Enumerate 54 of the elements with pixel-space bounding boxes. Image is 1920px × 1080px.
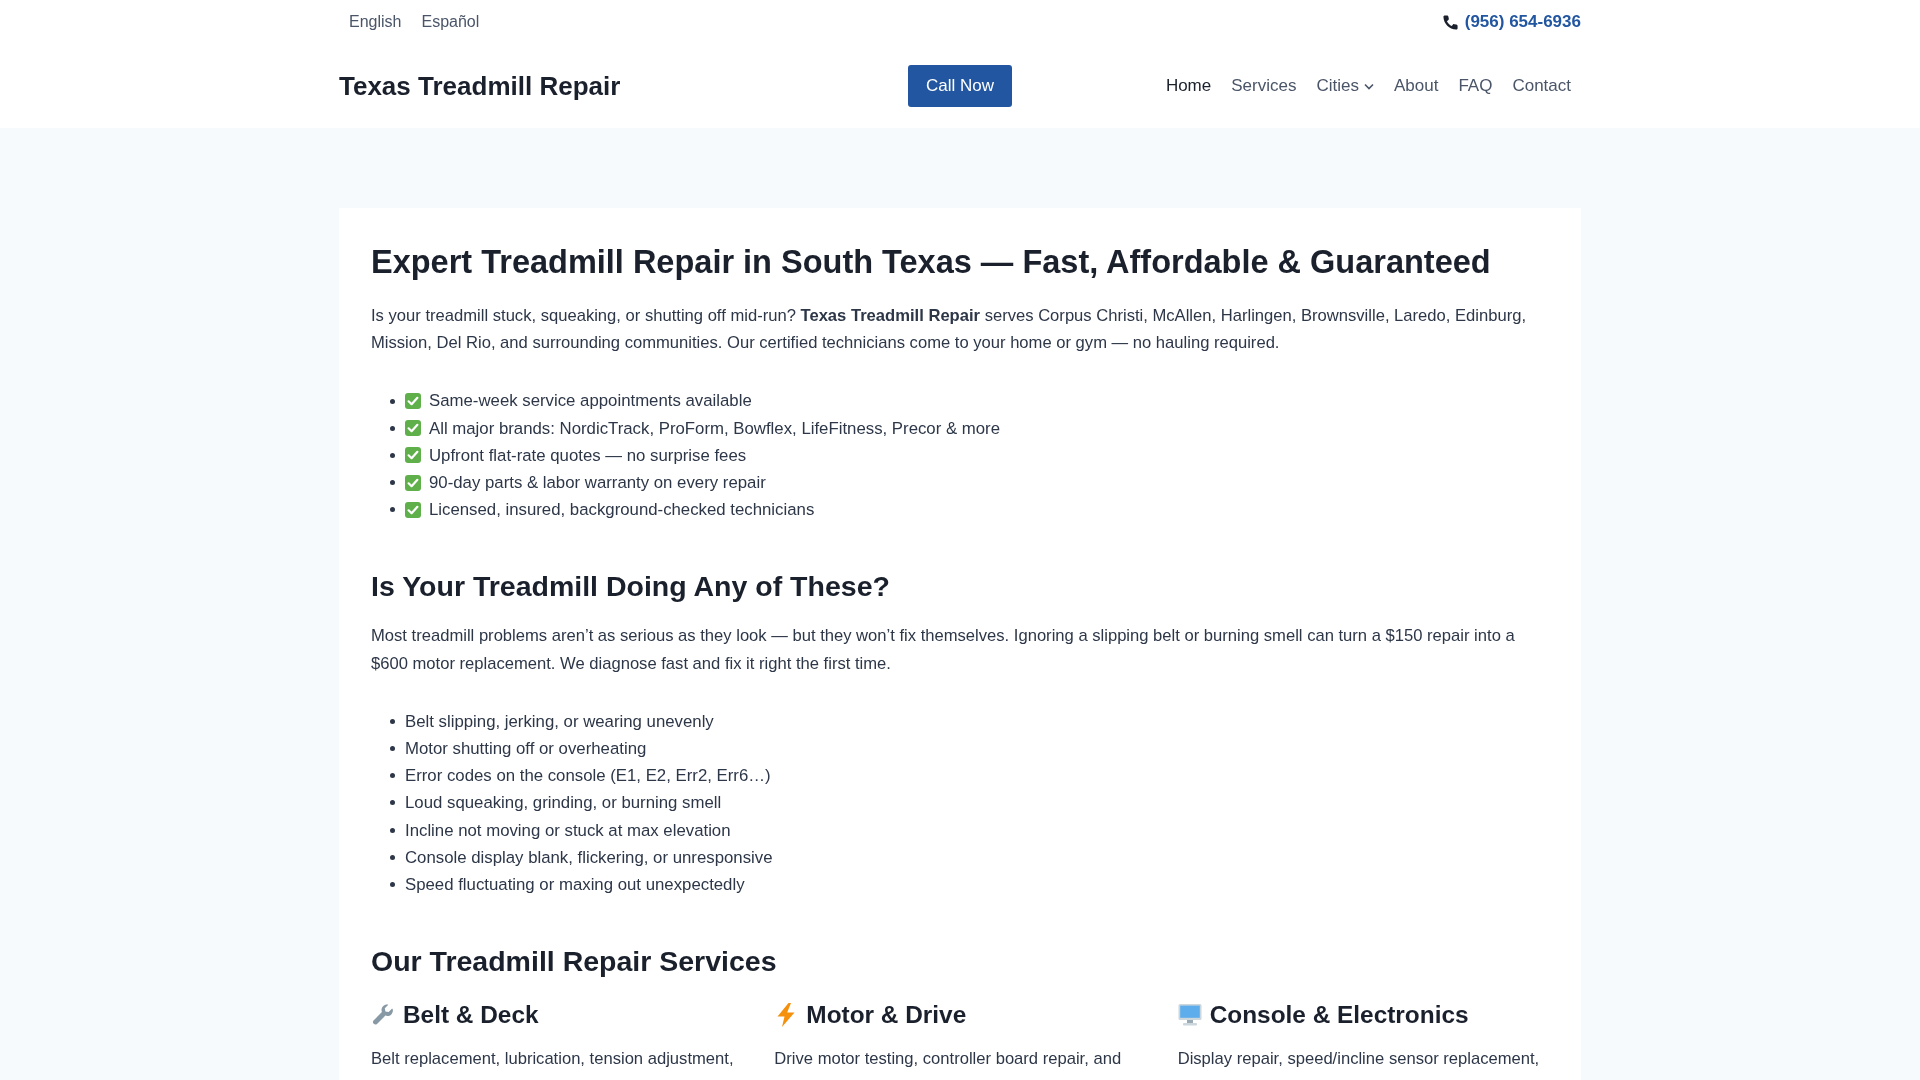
check-icon [405, 501, 421, 518]
highlight-text: Upfront flat-rate quotes — no surprise fees [429, 444, 747, 467]
problem-text: Speed fluctuating or maxing out unexpectedly [405, 873, 745, 896]
problem-text: Incline not moving or stuck at max elevation [405, 819, 731, 842]
bullet-icon [390, 773, 395, 779]
nav-link[interactable]: About [1383, 76, 1449, 96]
problem-text: Belt slipping, jerking, or wearing unevenly [405, 710, 714, 733]
page-title: Expert Treadmill Repair in South Texas — Fast, Affordable & Guaranteed [371, 243, 1492, 282]
highlight-text: 90-day parts & labor warranty on every repair [429, 471, 766, 494]
bullet-icon [390, 480, 395, 486]
bullet-icon [390, 746, 395, 752]
service-description: Belt replacement, lubrication, tension adjustment, [371, 1048, 735, 1071]
language-link[interactable]: Español [411, 13, 490, 31]
service-title: Console & Electronics [1209, 1000, 1469, 1031]
problem-text: Loud squeaking, grinding, or burning smell [405, 792, 722, 815]
desktop-computer-icon [1177, 1003, 1202, 1028]
highlight-text: Same-week service appointments available [429, 390, 752, 413]
bullet-icon [390, 507, 395, 513]
nav-link[interactable]: Services [1221, 76, 1307, 96]
bullet-icon [390, 881, 395, 887]
phone-link[interactable]: (956) 654-6936 [1464, 12, 1581, 32]
bullet-icon [390, 425, 395, 431]
section-heading: Our Treadmill Repair Services [371, 944, 778, 980]
phone-icon [1441, 13, 1459, 31]
section-paragraph: Most treadmill problems aren’t as serious as they look — but they won’t fix themselves. Ignoring a slipping belt or burning smell can turn a $150 repair into a $600 motor replacement. We diagnose fast and fix it right the first time. [371, 625, 1516, 675]
service-title: Motor & Drive [806, 1000, 967, 1031]
call-now-button[interactable]: Call Now [908, 65, 1012, 107]
service-description: Drive motor testing, controller board repair, and [774, 1048, 1123, 1071]
nav-link[interactable]: Home [1155, 76, 1222, 96]
check-icon [405, 447, 421, 464]
nav-link[interactable]: Contact [1502, 76, 1581, 96]
nav-link[interactable]: FAQ [1448, 76, 1503, 96]
check-icon [405, 393, 421, 409]
intro-paragraph: Is your treadmill stuck, squeaking, or shutting off mid-run? Texas Treadmill Repair serves Corpus Christi, McAllen, Harlingen, Brownsville, Laredo, Edinburg, Mission, Del Rio, and surrounding communities. Our certified technicians come to your home or gym — no hauling required. [371, 305, 1528, 355]
bullet-icon [390, 800, 395, 806]
problem-text: Error codes on the console (E1, E2, Err2, Err6…) [405, 765, 771, 788]
bullet-icon [390, 452, 395, 458]
check-icon [405, 474, 421, 491]
highlight-text: All major brands: NordicTrack, ProForm, Bowflex, LifeFitness, Precor & more [429, 417, 1001, 440]
problem-text: Motor shutting off or overheating [405, 737, 647, 760]
site-logo[interactable]: Texas Treadmill Repair [339, 70, 621, 102]
nav-link[interactable]: Cities [1306, 76, 1384, 96]
service-description: Display repair, speed/incline sensor replacement, [1177, 1048, 1541, 1071]
bullet-icon [390, 827, 395, 833]
bullet-icon [390, 854, 395, 860]
bullet-icon [390, 398, 395, 404]
bullet-icon [390, 718, 395, 724]
highlight-text: Licensed, insured, background-checked technicians [429, 499, 815, 522]
problem-text: Console display blank, flickering, or unresponsive [405, 846, 773, 869]
check-icon [405, 420, 421, 437]
wrench-icon [371, 1003, 395, 1028]
section-heading: Is Your Treadmill Doing Any of These? [371, 569, 891, 605]
service-title: Belt & Deck [403, 1000, 539, 1031]
language-link[interactable]: English [339, 13, 412, 31]
